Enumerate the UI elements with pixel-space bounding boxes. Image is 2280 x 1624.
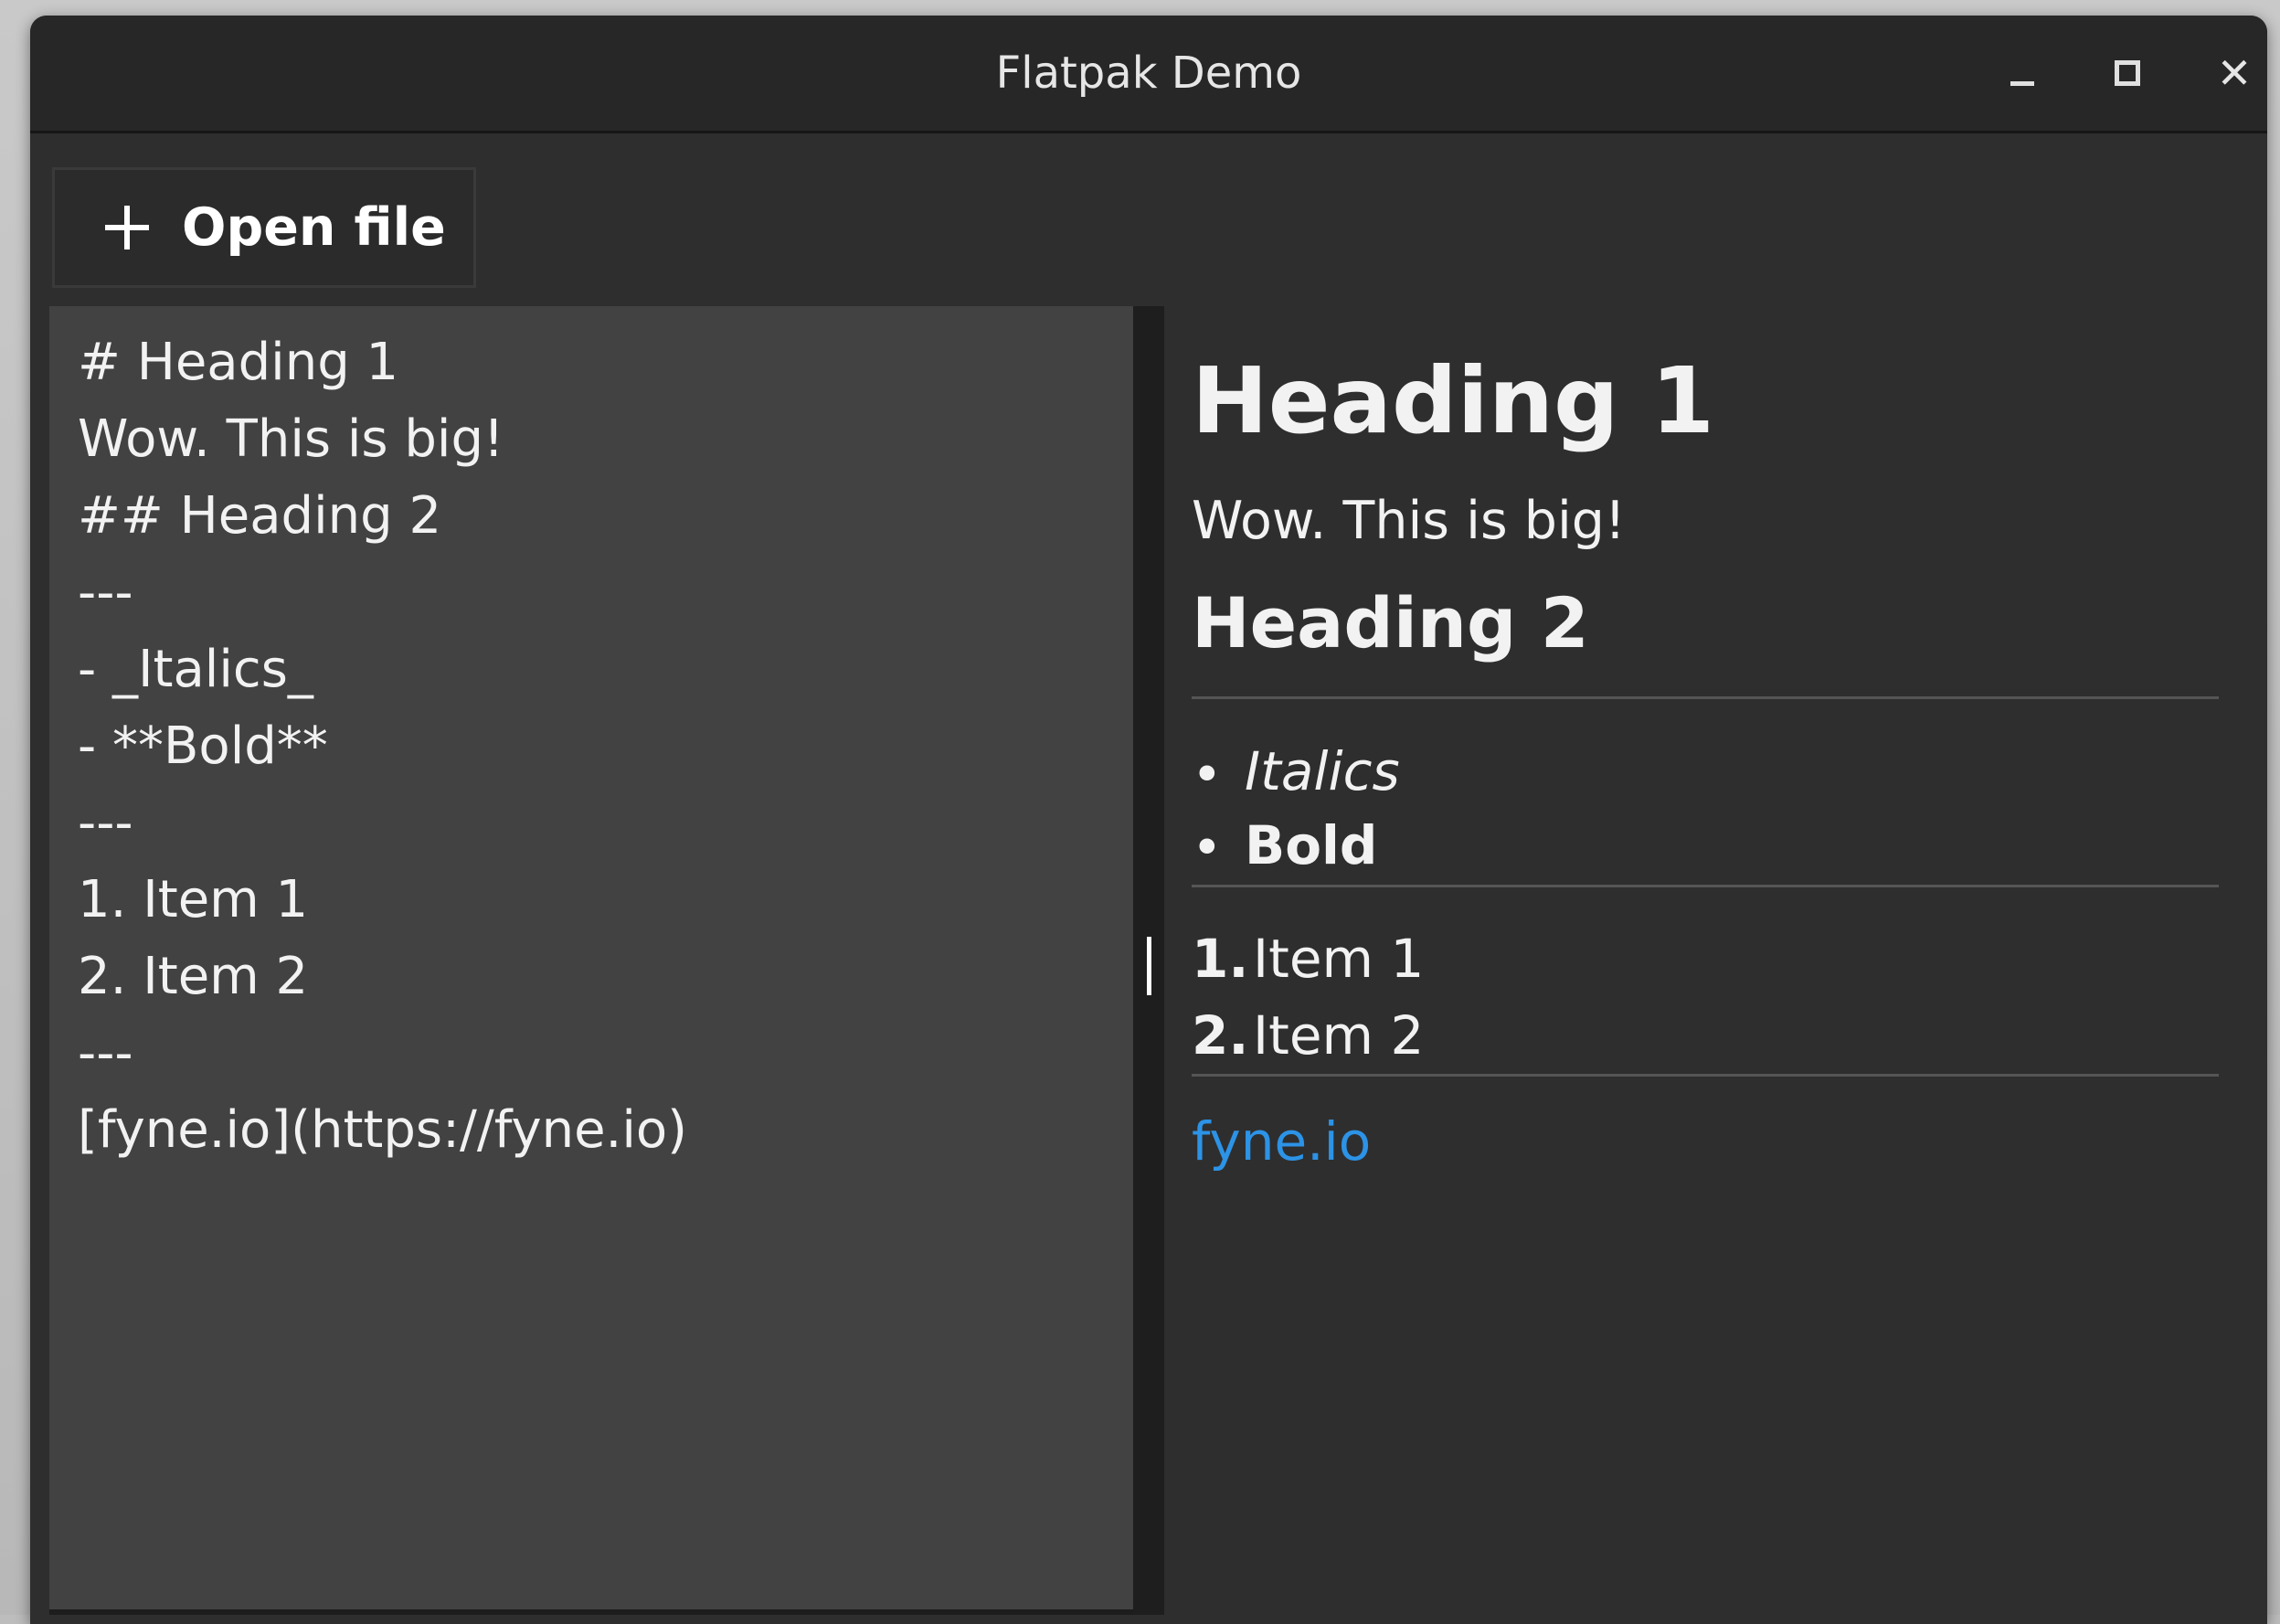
preview-heading-1: Heading 1 bbox=[1192, 347, 1715, 454]
ordered-number: 1. bbox=[1192, 928, 1249, 990]
preview-link[interactable]: fyne.io bbox=[1192, 1110, 1371, 1173]
bullet-icon: • bbox=[1192, 745, 1223, 805]
horizontal-rule bbox=[1192, 696, 2219, 699]
split-handle[interactable] bbox=[1147, 937, 1151, 995]
app-window: Flatpak Demo ✕ Open file # Heading 1 Wow… bbox=[30, 16, 2267, 1624]
editor-line: 1. Item 1 bbox=[78, 870, 309, 929]
ordered-item: Item 2 bbox=[1253, 1004, 1425, 1067]
title-bar[interactable]: Flatpak Demo ✕ bbox=[30, 16, 2267, 133]
editor-line: [fyne.io](https://fyne.io) bbox=[78, 1100, 687, 1160]
editor-line: # Heading 1 bbox=[78, 333, 399, 392]
horizontal-rule bbox=[1192, 885, 2219, 887]
editor-line: - _Italics_ bbox=[78, 640, 313, 699]
maximize-button[interactable] bbox=[2100, 46, 2155, 101]
minimize-icon bbox=[2010, 80, 2034, 86]
maximize-icon bbox=[2115, 60, 2140, 86]
toolbar: Open file bbox=[30, 133, 2267, 307]
bullet-icon: • bbox=[1192, 818, 1223, 878]
window-title: Flatpak Demo bbox=[995, 48, 1302, 99]
plus-icon bbox=[105, 206, 149, 249]
editor-line: --- bbox=[78, 563, 133, 622]
close-icon: ✕ bbox=[2216, 48, 2253, 98]
split-divider[interactable] bbox=[1133, 306, 1164, 1615]
open-file-button[interactable]: Open file bbox=[52, 167, 476, 288]
editor-line: ## Heading 2 bbox=[78, 486, 442, 546]
horizontal-rule bbox=[1192, 1074, 2219, 1077]
preview-heading-2: Heading 2 bbox=[1192, 582, 1589, 663]
editor-line: Wow. This is big! bbox=[78, 409, 504, 469]
ordered-item: Item 1 bbox=[1253, 928, 1425, 990]
ordered-number: 2. bbox=[1192, 1004, 1249, 1067]
close-button[interactable]: ✕ bbox=[2207, 46, 2262, 101]
list-item-italics: Italics bbox=[1245, 740, 1400, 802]
markdown-editor[interactable]: # Heading 1 Wow. This is big! ## Heading… bbox=[49, 306, 1133, 1615]
minimize-button[interactable] bbox=[1995, 46, 2050, 101]
editor-line: - **Bold** bbox=[78, 716, 328, 776]
markdown-preview: Heading 1 Wow. This is big! Heading 2 • … bbox=[1164, 306, 2267, 1615]
list-item-bold: Bold bbox=[1245, 814, 1378, 876]
editor-line: --- bbox=[78, 1024, 133, 1083]
open-file-label: Open file bbox=[182, 197, 446, 258]
preview-paragraph: Wow. This is big! bbox=[1192, 491, 1626, 551]
editor-line: 2. Item 2 bbox=[78, 947, 309, 1006]
editor-line: --- bbox=[78, 793, 133, 853]
